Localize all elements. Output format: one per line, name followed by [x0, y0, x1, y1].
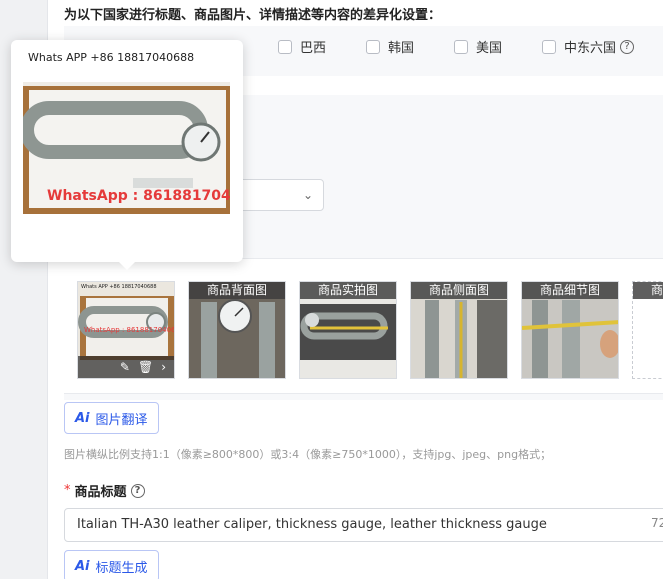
product-title-label: * 商品标题 ?: [64, 481, 145, 500]
country-checkbox-usa[interactable]: 美国: [454, 37, 502, 56]
delete-icon[interactable]: 🗑: [138, 360, 153, 374]
main-image-thumbnail[interactable]: Whats APP +86 18817040688 WhatsApp : 861…: [77, 281, 175, 379]
main-image-watermark: WhatsApp : 8618817040688: [84, 326, 175, 334]
main-image-text: Whats APP +86 18817040688: [81, 284, 157, 290]
help-circle-icon[interactable]: ?: [620, 39, 635, 54]
product-title-input[interactable]: Italian TH-A30 leather caliper, thicknes…: [64, 508, 663, 542]
thumbnail-label: 商品侧面图: [411, 282, 507, 299]
edit-icon[interactable]: ✎: [120, 360, 130, 374]
image-translate-button[interactable]: Ai 图片翻译: [64, 402, 159, 434]
thumbnail-label: 商品背面图: [189, 282, 285, 299]
checkbox-icon: [366, 39, 380, 54]
thumbnail-label: 商: [633, 282, 663, 299]
title-generate-button[interactable]: Ai 标题生成: [64, 550, 159, 579]
country-checkbox-gcc[interactable]: 中东六国 ?: [542, 37, 635, 56]
image-thumbnail-back[interactable]: 商品背面图: [188, 281, 286, 379]
popover-preview-image: WhatsApp : 8618817040688: [23, 82, 230, 226]
checkbox-icon: [542, 39, 556, 54]
chevron-down-icon: ⌄: [302, 188, 313, 202]
image-thumbnail-detail[interactable]: 商品细节图: [521, 281, 619, 379]
thumbnail-label: 商品实拍图: [300, 282, 396, 299]
help-circle-icon[interactable]: ?: [130, 483, 145, 498]
thumbnail-label: 商品细节图: [522, 282, 618, 299]
checkbox-icon: [454, 39, 468, 54]
image-thumbnail-real[interactable]: 商品实拍图: [299, 281, 397, 379]
checkbox-icon: [278, 39, 292, 54]
image-upload-slot[interactable]: 商: [632, 281, 663, 379]
popover-watermark: WhatsApp : 8618817040688: [47, 188, 230, 204]
chevron-right-icon[interactable]: ›: [161, 360, 166, 374]
thumbnail-toolbar: ✎ 🗑 ›: [78, 356, 174, 378]
country-checkbox-brazil[interactable]: 巴西: [278, 37, 326, 56]
country-settings-heading: 为以下国家进行标题、商品图片、详情描述等内容的差异化设置：: [64, 8, 442, 23]
popover-contact-text: Whats APP +86 18817040688: [28, 51, 195, 64]
country-checkbox-korea[interactable]: 韩国: [366, 37, 414, 56]
caliper-image: [23, 82, 230, 226]
required-mark: *: [64, 483, 71, 498]
ai-icon: Ai: [75, 558, 90, 574]
image-preview-popover: Whats APP +86 18817040688 WhatsApp : 861…: [11, 40, 243, 262]
title-char-counter: 72: [651, 516, 663, 530]
image-format-hint: 图片横纵比例支持1:1（像素≥800*800）或3:4（像素≥750*1000）…: [64, 448, 552, 461]
image-thumbnail-side[interactable]: 商品侧面图: [410, 281, 508, 379]
popover-arrow: [119, 262, 135, 270]
ai-icon: Ai: [75, 410, 90, 426]
